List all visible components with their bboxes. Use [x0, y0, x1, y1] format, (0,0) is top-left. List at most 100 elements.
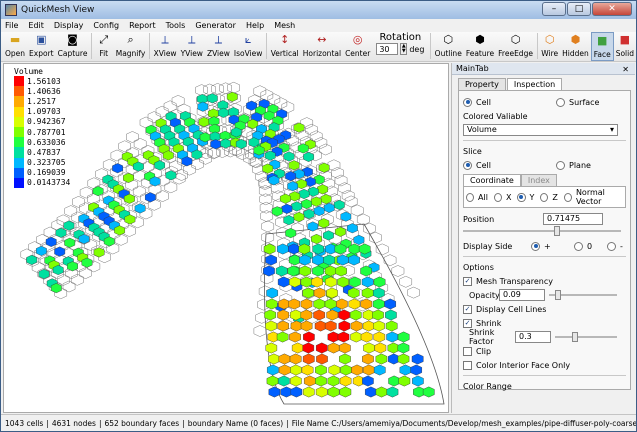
shrink-factor-slider[interactable]	[555, 332, 617, 342]
mesh-cell	[144, 192, 156, 203]
rotation-spinner[interactable]: ▲ ▼	[400, 43, 408, 55]
vertical-button[interactable]: ↕ Vertical	[269, 32, 301, 61]
opacity-slider[interactable]	[549, 290, 617, 300]
menu-tools[interactable]: Tools	[166, 21, 186, 30]
xview-button[interactable]: ⟂ XView	[152, 32, 179, 61]
status-file-name: File Name C:/Users/amemiya/Documents/Dev…	[291, 418, 636, 428]
mesh-cell	[317, 184, 328, 195]
display-side-label: Display Side	[463, 241, 513, 251]
axis-y-radio[interactable]	[517, 192, 526, 202]
menu-file[interactable]: File	[5, 21, 18, 30]
mesh-cell	[217, 107, 229, 118]
shrink-slider-thumb[interactable]	[572, 332, 578, 342]
position-label: Position	[463, 214, 495, 224]
open-button[interactable]: ▬ Open	[3, 32, 27, 61]
colored-variable-select[interactable]: Volume	[463, 124, 618, 136]
tab-property[interactable]: Property	[458, 78, 506, 90]
feature-button[interactable]: ⬢ Feature	[464, 32, 496, 61]
horizontal-button[interactable]: ↔ Horizontal	[301, 32, 343, 61]
zview-button[interactable]: ⟂ ZView	[205, 32, 232, 61]
cell-radio[interactable]	[463, 97, 472, 107]
axis-all-label: All	[478, 192, 488, 202]
side-zero-radio[interactable]	[574, 241, 583, 251]
hidden-button[interactable]: ⬢ Hidden	[560, 32, 591, 61]
export-button[interactable]: ▣ Export	[27, 32, 56, 61]
minimize-button[interactable]: –	[542, 2, 566, 16]
legend-entry: 1.2517	[14, 96, 70, 107]
mesh-shell-cell	[211, 83, 224, 95]
clip-checkbox[interactable]	[463, 346, 472, 356]
freeedge-button[interactable]: ⬡ FreeEdge	[496, 32, 535, 61]
display-cell-lines-checkbox[interactable]: ✓	[463, 304, 472, 314]
menu-display[interactable]: Display	[54, 21, 84, 30]
status-divider: |	[182, 418, 185, 428]
face-button[interactable]: ■ Face	[590, 32, 614, 61]
mesh-cell	[365, 386, 377, 398]
mesh-transparency-checkbox[interactable]: ✓	[463, 276, 472, 286]
mesh-cell	[313, 309, 325, 321]
center-button[interactable]: ◎ Center	[343, 32, 372, 61]
position-row: Position 0.71475	[463, 212, 626, 226]
shrink-factor-input[interactable]: 0.3	[515, 331, 551, 343]
yview-button[interactable]: ⟂ YView	[179, 32, 205, 61]
clip-row: Clip	[463, 344, 626, 358]
surface-radio[interactable]	[556, 97, 565, 107]
fit-button[interactable]: ⤢ Fit	[94, 32, 114, 61]
mesh-shell-cell	[183, 163, 196, 176]
tab-coordinate[interactable]: Coordinate	[463, 174, 521, 186]
axis-normal-radio[interactable]	[563, 192, 572, 202]
panel-close-icon[interactable]: ✕	[622, 64, 629, 76]
menu-generator[interactable]: Generator	[195, 21, 236, 30]
menu-mesh[interactable]: Mesh	[274, 21, 295, 30]
axis-z-radio[interactable]	[540, 192, 549, 202]
window-controls: – □ ✕	[542, 2, 632, 16]
outline-button[interactable]: ⬡ Outline	[433, 32, 464, 61]
mesh-shell-cell	[227, 81, 240, 94]
isoview-button[interactable]: ⟀ IsoView	[232, 32, 265, 61]
menu-help[interactable]: Help	[246, 21, 264, 30]
3d-viewport[interactable]: Volume 1.56103 1.40636 1.2517 1.09703 0.…	[3, 63, 449, 413]
slice-plane-radio[interactable]	[556, 160, 565, 170]
side-plus-radio[interactable]	[531, 241, 540, 251]
tab-index[interactable]: Index	[520, 174, 557, 186]
side-minus-radio[interactable]	[607, 241, 616, 251]
color-range-label: Color Range	[463, 381, 512, 391]
opacity-input[interactable]: 0.09	[499, 289, 545, 301]
menu-report[interactable]: Report	[129, 21, 156, 30]
mesh-cell	[328, 364, 341, 376]
mesh-render[interactable]	[4, 64, 449, 413]
axis-y-label: Y	[529, 192, 535, 202]
mesh-shell-cell	[126, 131, 139, 143]
mesh-cell	[360, 331, 373, 343]
position-slider-thumb[interactable]	[554, 226, 560, 236]
color-interior-checkbox[interactable]	[463, 360, 472, 370]
slice-plane-label: Plane	[569, 160, 591, 170]
legend-value: 0.169039	[27, 168, 66, 178]
rotation-input[interactable]	[376, 43, 399, 55]
axis-all-radio[interactable]	[466, 192, 475, 202]
shrink-checkbox[interactable]: ✓	[463, 318, 472, 328]
mesh-shell-cell	[314, 137, 328, 149]
axis-x-radio[interactable]	[493, 192, 502, 202]
wire-button[interactable]: ⬡ Wire	[539, 32, 560, 61]
close-button[interactable]: ✕	[592, 2, 632, 16]
slice-label: Slice	[463, 146, 482, 156]
mesh-cell	[362, 353, 374, 365]
tab-inspection[interactable]: Inspection	[506, 78, 563, 90]
options-label-row: Options	[463, 260, 626, 274]
opacity-slider-thumb[interactable]	[555, 290, 561, 300]
colored-select-row: Volume	[463, 123, 626, 137]
mesh-shell-cell	[64, 205, 78, 217]
solid-button[interactable]: ■ Solid	[614, 32, 636, 61]
mesh-shell-cell	[369, 231, 382, 244]
slice-cell-radio[interactable]	[463, 160, 472, 170]
position-input[interactable]: 0.71475	[543, 213, 603, 225]
menu-edit[interactable]: Edit	[28, 21, 44, 30]
position-slider[interactable]	[463, 226, 621, 236]
magnify-button[interactable]: ⌕ Magnify	[114, 32, 148, 61]
maximize-button[interactable]: □	[567, 2, 591, 16]
mesh-cell	[277, 243, 289, 255]
capture-button[interactable]: ◙ Capture	[56, 32, 90, 61]
menu-config[interactable]: Config	[93, 21, 119, 30]
mesh-cell	[266, 375, 279, 387]
